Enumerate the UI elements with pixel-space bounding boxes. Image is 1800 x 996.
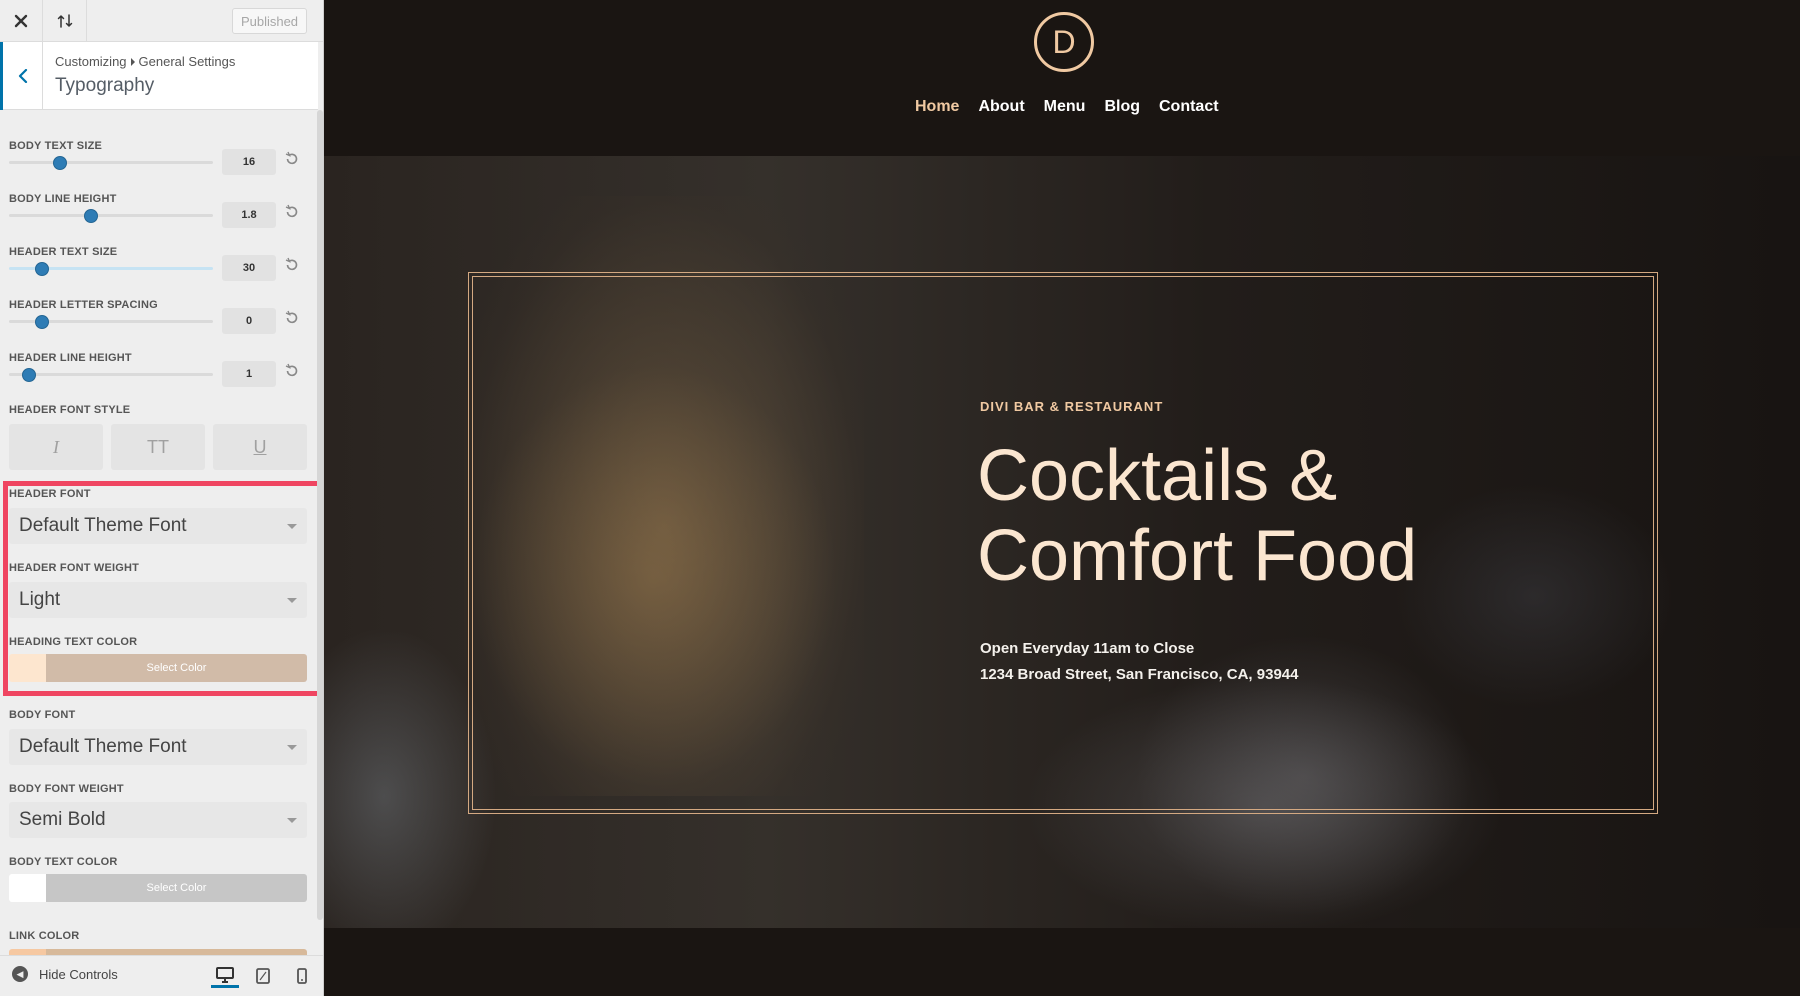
highlight-box	[3, 481, 323, 696]
sort-arrows-icon	[57, 14, 73, 28]
page-bottom	[324, 928, 1800, 996]
chevron-down-icon	[287, 745, 297, 750]
back-button[interactable]	[0, 42, 43, 110]
hero-headline-line1: Cocktails &	[977, 436, 1338, 516]
slider-thumb[interactable]	[34, 262, 49, 276]
hero-headline-line2: Comfort Food	[977, 516, 1418, 596]
collapse-arrow-icon: ◀	[12, 966, 28, 982]
underline-button[interactable]: U	[213, 424, 307, 470]
slider-thumb[interactable]	[53, 156, 67, 170]
chevron-down-icon	[287, 818, 297, 823]
mobile-icon	[297, 968, 307, 984]
nav-item-menu[interactable]: Menu	[1044, 98, 1086, 116]
select-color-button[interactable]: Select Color	[46, 874, 307, 902]
number-input[interactable]: 16	[222, 149, 276, 175]
desktop-preview-button[interactable]	[211, 964, 239, 988]
nav-item-contact[interactable]: Contact	[1159, 98, 1219, 116]
nav-item-about[interactable]: About	[978, 98, 1024, 116]
slider-label: BODY TEXT SIZE	[9, 140, 103, 152]
hero-hours: Open Everyday 11am to Close	[980, 640, 1195, 657]
color-swatch[interactable]	[9, 874, 46, 902]
body-font-weight-select[interactable]: Semi Bold	[9, 802, 307, 838]
reset-icon[interactable]	[284, 151, 300, 167]
number-input[interactable]: 1	[222, 361, 276, 387]
mobile-preview-button[interactable]	[288, 964, 316, 988]
uppercase-button[interactable]: TT	[111, 424, 205, 470]
hero-section: DIVI BAR & RESTAURANT Cocktails & Comfor…	[324, 156, 1800, 928]
slider-thumb[interactable]	[83, 209, 98, 223]
slider-thumb[interactable]	[22, 368, 37, 382]
slider-track[interactable]	[9, 161, 213, 164]
slider-track[interactable]	[9, 214, 213, 217]
header-font-style-label: HEADER FONT STYLE	[9, 404, 131, 416]
hero-eyebrow: DIVI BAR & RESTAURANT	[980, 399, 1164, 414]
customizer-toolbar: Published	[0, 0, 323, 42]
breadcrumb: Customizing General Settings	[55, 54, 235, 69]
breadcrumb-arrow-icon	[130, 58, 135, 66]
italic-button[interactable]: I	[9, 424, 103, 470]
reset-icon[interactable]	[284, 257, 300, 273]
tablet-icon	[256, 968, 270, 984]
reset-icon[interactable]	[284, 204, 300, 220]
panel-scrollbar[interactable]	[317, 110, 323, 920]
nav-item-blog[interactable]: Blog	[1104, 98, 1140, 116]
customizer-footer: ◀ Hide Controls	[0, 955, 323, 996]
app-window: Published Customizing General Settings Ty…	[0, 0, 1800, 996]
reset-icon[interactable]	[284, 363, 300, 379]
number-input[interactable]: 1.8	[222, 202, 276, 228]
close-button[interactable]	[0, 0, 43, 42]
published-button[interactable]: Published	[232, 8, 307, 34]
body-font-weight-value: Semi Bold	[19, 809, 106, 830]
body-font-weight-label: BODY FONT WEIGHT	[9, 783, 124, 795]
hide-controls-button[interactable]: ◀ Hide Controls	[12, 966, 118, 982]
nav-item-home[interactable]: Home	[915, 98, 959, 116]
desktop-icon	[216, 966, 234, 983]
body-font-value: Default Theme Font	[19, 736, 187, 757]
body-text-color-label: BODY TEXT COLOR	[9, 856, 118, 868]
chevron-left-icon	[18, 69, 27, 83]
reorder-button[interactable]	[44, 0, 87, 42]
close-icon	[14, 14, 28, 28]
customizer-panel: Published Customizing General Settings Ty…	[0, 0, 324, 996]
slider-label: HEADER TEXT SIZE	[9, 246, 118, 258]
slider-label: HEADER LETTER SPACING	[9, 299, 158, 311]
reset-icon[interactable]	[284, 310, 300, 326]
hero-headline: Cocktails & Comfort Food	[977, 436, 1497, 596]
tablet-preview-button[interactable]	[249, 964, 277, 988]
body-text-color-picker[interactable]: Select Color	[9, 874, 307, 902]
breadcrumb-general-settings: General Settings	[138, 54, 236, 69]
link-color-label: LINK COLOR	[9, 930, 80, 942]
body-font-label: BODY FONT	[9, 709, 76, 721]
site-preview: D Home About Menu Blog Contact DIVI BAR …	[324, 0, 1800, 996]
main-nav: Home About Menu Blog Contact	[915, 98, 1219, 116]
number-input[interactable]: 30	[222, 255, 276, 281]
section-header: Customizing General Settings Typography	[0, 42, 318, 110]
site-logo[interactable]: D	[1034, 12, 1094, 72]
breadcrumb-customizing: Customizing	[55, 54, 127, 69]
slider-track[interactable]	[9, 373, 213, 376]
hero-address: 1234 Broad Street, San Francisco, CA, 93…	[980, 666, 1299, 683]
body-font-select[interactable]: Default Theme Font	[9, 729, 307, 765]
slider-label: BODY LINE HEIGHT	[9, 193, 117, 205]
header-font-style-group: I TT U	[9, 424, 307, 470]
slider-thumb[interactable]	[34, 315, 49, 329]
section-title: Typography	[55, 75, 155, 96]
slider-label: HEADER LINE HEIGHT	[9, 352, 132, 364]
hide-controls-label: Hide Controls	[39, 966, 118, 982]
number-input[interactable]: 0	[222, 308, 276, 334]
